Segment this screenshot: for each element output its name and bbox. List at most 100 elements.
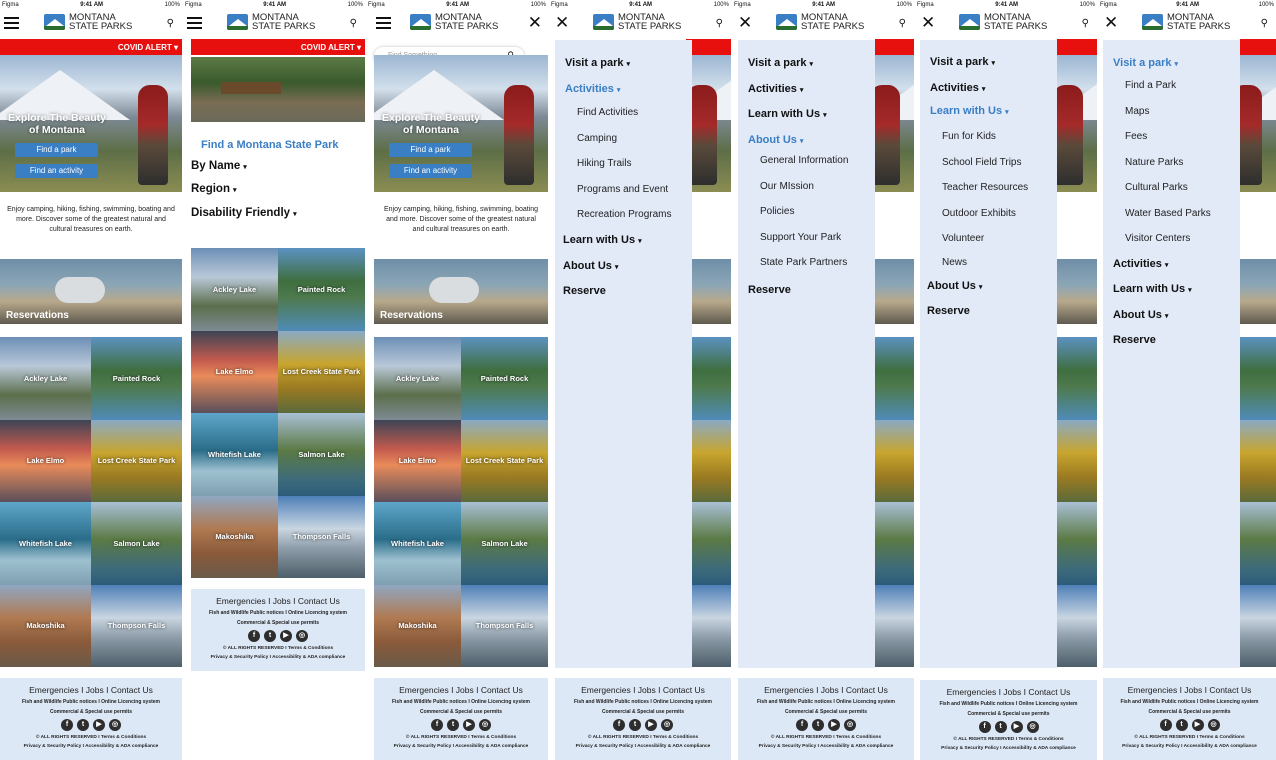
menu-sub-item[interactable]: School Field Trips bbox=[942, 157, 1021, 168]
menu-sub-item[interactable]: Find a Park bbox=[1125, 80, 1176, 91]
menu-sub-item[interactable]: Visitor Centers bbox=[1125, 233, 1190, 244]
footer-links[interactable]: Emergencies I Jobs I Contact Us bbox=[191, 589, 365, 606]
footer-policy[interactable]: Privacy & Security Policy I Accessibilit… bbox=[191, 655, 365, 660]
close-icon[interactable]: ✕ bbox=[921, 13, 935, 33]
footer-notices[interactable]: Fish and Wildlife Public notices I Onlin… bbox=[1103, 699, 1276, 705]
footer-links[interactable]: Emergencies I Jobs I Contact Us bbox=[555, 678, 731, 695]
twitter-icon[interactable]: t bbox=[994, 721, 1007, 733]
menu-visit-park[interactable]: Visit a park ▾ bbox=[748, 57, 813, 69]
park-tile[interactable]: Salmon Lake bbox=[91, 502, 182, 585]
park-tile[interactable]: Whitefish Lake bbox=[374, 502, 461, 585]
facebook-icon[interactable]: f bbox=[431, 719, 443, 731]
footer-permits[interactable]: Commercial & Special use permits bbox=[0, 709, 182, 715]
search-icon[interactable]: ⚲ bbox=[716, 18, 723, 29]
footer-permits[interactable]: Commercial & Special use permits bbox=[191, 620, 365, 626]
logo[interactable]: MONTANA STATE PARKS bbox=[227, 13, 315, 31]
park-tile[interactable]: Painted Rock bbox=[461, 337, 548, 420]
reservations-banner[interactable]: Reservations bbox=[374, 259, 548, 324]
menu-about[interactable]: About Us ▾ bbox=[927, 280, 982, 292]
youtube-icon[interactable]: ▶ bbox=[1010, 721, 1023, 733]
facebook-icon[interactable]: f bbox=[248, 630, 260, 642]
footer-notices[interactable]: Fish and Wildlife Public notices I Onlin… bbox=[920, 701, 1097, 707]
youtube-icon[interactable]: ▶ bbox=[93, 719, 105, 731]
search-icon[interactable]: ⚲ bbox=[1261, 18, 1268, 29]
menu-sub-item[interactable]: Programs and Event bbox=[577, 184, 668, 195]
find-activity-button[interactable]: Find an activity bbox=[15, 164, 98, 178]
twitter-icon[interactable]: t bbox=[77, 719, 89, 731]
twitter-icon[interactable]: t bbox=[1175, 719, 1188, 731]
menu-activities[interactable]: Activities ▾ bbox=[748, 83, 803, 95]
youtube-icon[interactable]: ▶ bbox=[828, 719, 840, 731]
park-tile[interactable]: Whitefish Lake bbox=[0, 502, 91, 585]
youtube-icon[interactable]: ▶ bbox=[463, 719, 475, 731]
park-tile[interactable]: Ackley Lake bbox=[374, 337, 461, 420]
close-icon[interactable]: ✕ bbox=[528, 13, 542, 33]
footer-permits[interactable]: Commercial & Special use permits bbox=[920, 711, 1097, 717]
twitter-icon[interactable]: t bbox=[812, 719, 824, 731]
menu-learn[interactable]: Learn with Us ▾ bbox=[748, 108, 827, 120]
footer-policy[interactable]: Privacy & Security Policy I Accessibilit… bbox=[1103, 744, 1276, 749]
park-tile[interactable]: Ackley Lake bbox=[0, 337, 91, 420]
twitter-icon[interactable]: t bbox=[264, 630, 276, 642]
menu-sub-item[interactable]: State Park Partners bbox=[760, 257, 847, 268]
park-tile[interactable]: Lake Elmo bbox=[191, 330, 278, 413]
menu-icon[interactable] bbox=[4, 17, 19, 29]
footer-permits[interactable]: Commercial & Special use permits bbox=[374, 709, 548, 715]
footer-links[interactable]: Emergencies I Jobs I Contact Us bbox=[1103, 678, 1276, 695]
park-tile[interactable]: Lost Creek State Park bbox=[91, 419, 182, 502]
menu-activities[interactable]: Activities ▾ bbox=[565, 83, 620, 95]
menu-sub-item[interactable]: General Information bbox=[760, 155, 848, 166]
park-tile[interactable]: Lake Elmo bbox=[374, 419, 461, 502]
menu-reserve[interactable]: Reserve bbox=[748, 284, 791, 296]
park-tile[interactable]: Lost Creek State Park bbox=[461, 419, 548, 502]
facebook-icon[interactable]: f bbox=[613, 719, 625, 731]
menu-about[interactable]: About Us ▾ bbox=[748, 134, 803, 146]
menu-sub-item[interactable]: Recreation Programs bbox=[577, 209, 671, 220]
footer-policy[interactable]: Privacy & Security Policy I Accessibilit… bbox=[0, 744, 182, 749]
twitter-icon[interactable]: t bbox=[447, 719, 459, 731]
footer-notices[interactable]: Fish and Wildlife Public notices I Onlin… bbox=[374, 699, 548, 705]
menu-sub-item[interactable]: Fees bbox=[1125, 131, 1147, 142]
instagram-icon[interactable]: ◎ bbox=[1207, 719, 1220, 731]
park-tile[interactable]: Makoshika bbox=[0, 584, 91, 667]
close-icon[interactable]: ✕ bbox=[555, 13, 569, 33]
park-tile[interactable]: Thompson Falls bbox=[91, 584, 182, 667]
footer-permits[interactable]: Commercial & Special use permits bbox=[555, 709, 731, 715]
search-icon[interactable]: ⚲ bbox=[1082, 18, 1089, 29]
menu-activities[interactable]: Activities ▾ bbox=[930, 82, 985, 94]
covid-alert-banner[interactable]: COVID ALERT ▾ bbox=[191, 39, 365, 55]
menu-about[interactable]: About Us ▾ bbox=[1113, 309, 1168, 321]
park-tile[interactable]: Ackley Lake bbox=[191, 248, 278, 331]
menu-sub-item[interactable]: Support Your Park bbox=[760, 232, 841, 243]
menu-sub-item[interactable]: Teacher Resources bbox=[942, 182, 1028, 193]
menu-sub-item[interactable]: Nature Parks bbox=[1125, 157, 1183, 168]
park-tile[interactable]: Whitefish Lake bbox=[191, 413, 278, 496]
facebook-icon[interactable]: f bbox=[1159, 719, 1172, 731]
menu-sub-item[interactable]: Fun for Kids bbox=[942, 131, 996, 142]
twitter-icon[interactable]: t bbox=[629, 719, 641, 731]
logo[interactable]: MONTANA STATE PARKS bbox=[410, 13, 498, 31]
instagram-icon[interactable]: ◎ bbox=[844, 719, 856, 731]
park-tile[interactable]: Salmon Lake bbox=[461, 502, 548, 585]
find-activity-button[interactable]: Find an activity bbox=[389, 164, 472, 178]
menu-sub-item[interactable]: Maps bbox=[1125, 106, 1149, 117]
menu-sub-item[interactable]: Outdoor Exhibits bbox=[942, 208, 1016, 219]
close-icon[interactable]: ✕ bbox=[1104, 13, 1118, 33]
footer-links[interactable]: Emergencies I Jobs I Contact Us bbox=[920, 680, 1097, 697]
menu-icon[interactable] bbox=[187, 17, 202, 29]
footer-links[interactable]: Emergencies I Jobs I Contact Us bbox=[0, 678, 182, 695]
footer-links[interactable]: Emergencies I Jobs I Contact Us bbox=[374, 678, 548, 695]
youtube-icon[interactable]: ▶ bbox=[645, 719, 657, 731]
footer-links[interactable]: Emergencies I Jobs I Contact Us bbox=[738, 678, 914, 695]
instagram-icon[interactable]: ◎ bbox=[479, 719, 491, 731]
covid-alert-banner[interactable]: COVID ALERT ▾ bbox=[0, 39, 182, 55]
footer-notices[interactable]: Fish and Wildlife Public notices I Onlin… bbox=[738, 699, 914, 705]
menu-about[interactable]: About Us ▾ bbox=[563, 260, 618, 272]
park-tile[interactable]: Thompson Falls bbox=[278, 495, 365, 578]
search-icon[interactable]: ⚲ bbox=[899, 18, 906, 29]
logo[interactable]: MONTANA STATE PARKS bbox=[44, 13, 132, 31]
footer-notices[interactable]: Fish and Wildlife Public notices I Onlin… bbox=[191, 610, 365, 616]
menu-sub-item[interactable]: Our MIssion bbox=[760, 181, 814, 192]
menu-visit-park[interactable]: Visit a park ▾ bbox=[1113, 57, 1178, 69]
menu-sub-item[interactable]: News bbox=[942, 257, 967, 268]
